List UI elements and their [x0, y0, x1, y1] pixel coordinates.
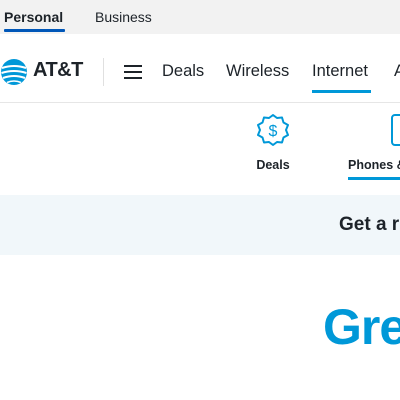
main-nav: AT&T Deals Wireless Internet: [0, 34, 400, 103]
att-globe-icon: [1, 59, 27, 85]
att-logo[interactable]: AT&T: [0, 58, 95, 86]
category-phones[interactable]: Phones &: [346, 113, 400, 172]
hamburger-menu-icon[interactable]: [124, 65, 142, 79]
segment-bar: Personal Business: [0, 0, 400, 34]
nav-item-deals[interactable]: Deals: [162, 62, 204, 81]
category-deals[interactable]: $ Deals: [240, 113, 306, 172]
category-active-underline: [348, 177, 400, 180]
tab-personal[interactable]: Personal: [4, 0, 66, 34]
phone-icon: [391, 114, 400, 146]
category-bar: $ Deals Phones &: [0, 103, 400, 195]
category-deals-label: Deals: [256, 158, 290, 172]
promo-text[interactable]: Get a r: [339, 214, 399, 236]
nav-item-overflow[interactable]: A: [394, 62, 400, 81]
category-phones-label: Phones &: [348, 158, 400, 172]
hero-heading: Gre: [323, 299, 400, 355]
svg-text:$: $: [269, 123, 278, 140]
promo-banner: Get a r: [0, 195, 400, 255]
dollar-badge-icon: $: [257, 114, 289, 146]
tab-business[interactable]: Business: [95, 0, 152, 34]
nav-item-wireless[interactable]: Wireless: [226, 62, 289, 81]
logo-text: AT&T: [33, 59, 83, 81]
nav-item-internet[interactable]: Internet: [312, 62, 371, 93]
nav-divider: [103, 58, 104, 86]
